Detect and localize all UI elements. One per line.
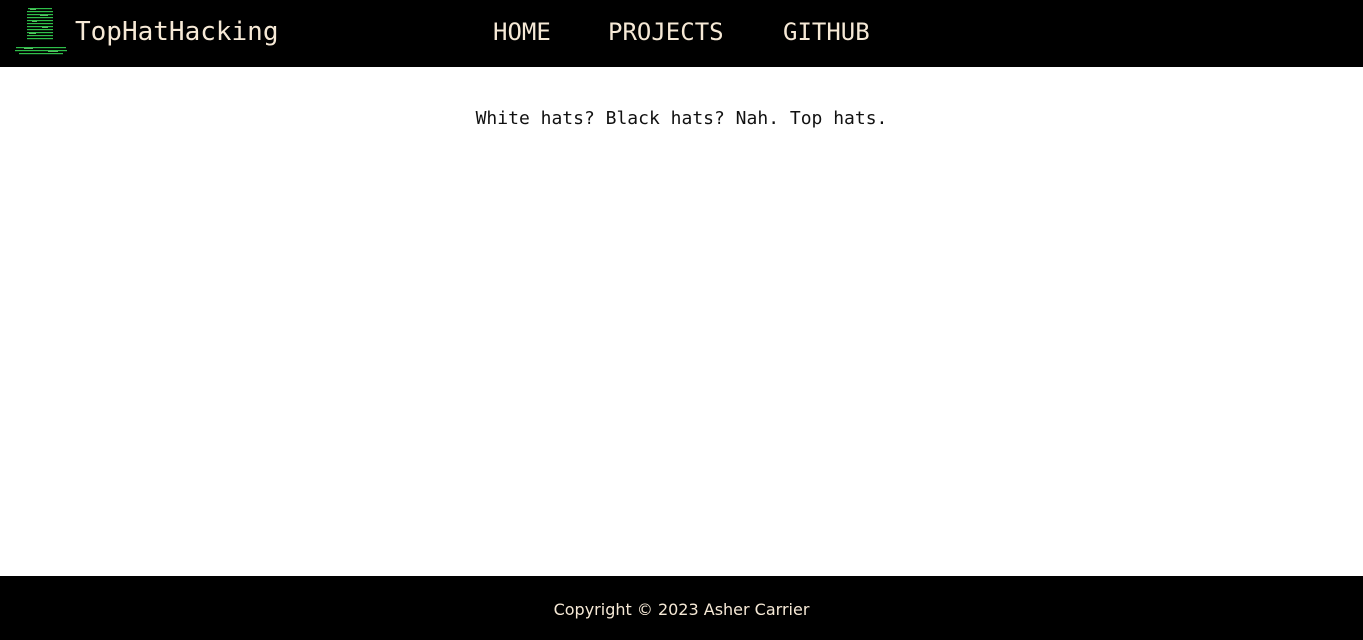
site-brand[interactable]: TopHatHacking bbox=[75, 14, 279, 50]
nav-link-home[interactable]: HOME bbox=[493, 14, 551, 50]
matrix-top-hat-logo-icon[interactable] bbox=[14, 6, 68, 60]
nav-link-projects[interactable]: PROJECTS bbox=[608, 14, 724, 50]
top-navbar: TopHatHacking HOME PROJECTS GITHUB bbox=[0, 0, 1363, 67]
tagline: White hats? Black hats? Nah. Top hats. bbox=[475, 108, 888, 129]
copyright-text: Copyright © 2023 Asher Carrier bbox=[553, 600, 810, 619]
footer: Copyright © 2023 Asher Carrier bbox=[0, 576, 1363, 640]
nav-link-github[interactable]: GITHUB bbox=[783, 14, 870, 50]
